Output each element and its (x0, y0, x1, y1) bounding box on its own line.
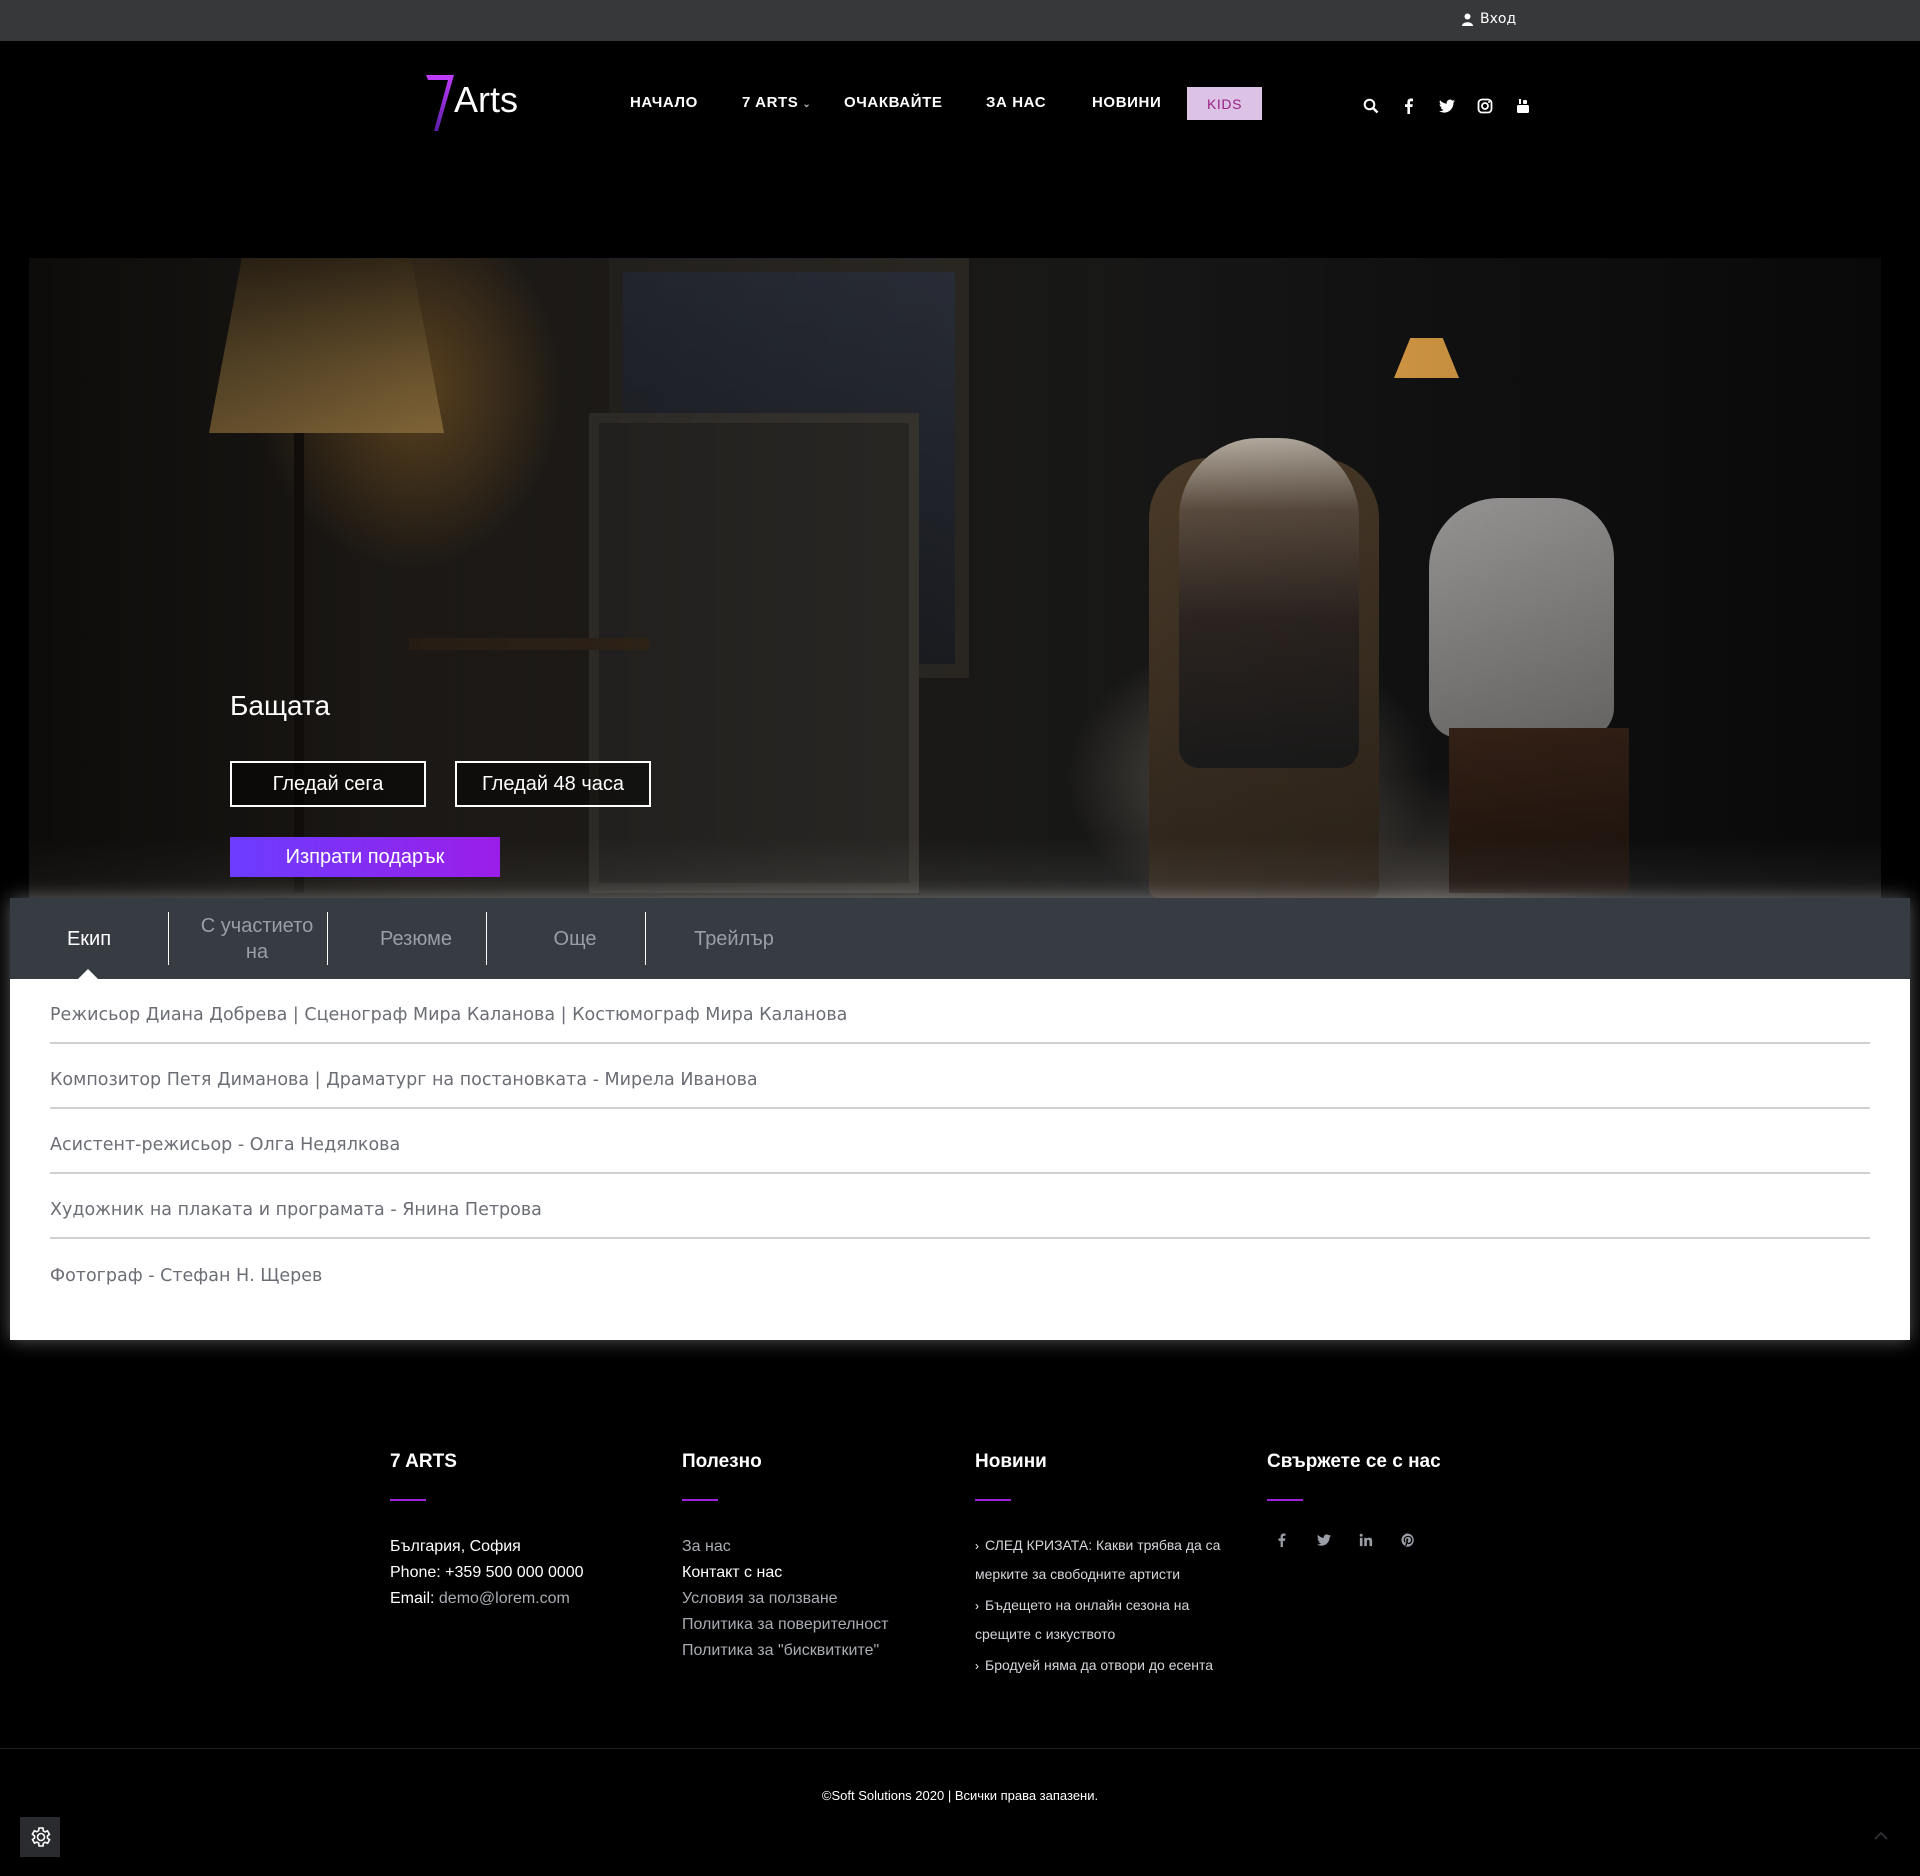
login-link[interactable]: Вход (1462, 11, 1516, 27)
footer-news-item[interactable]: › Бъдещето на онлайн сезона на срещите с … (975, 1591, 1240, 1648)
footer-contact-heading: Свържете се с нас (1267, 1451, 1441, 1472)
footer-news-item-text: Бъдещето на онлайн сезона на срещите с и… (975, 1597, 1190, 1642)
tab-divider (645, 912, 646, 965)
footer-news-item[interactable]: › СЛЕД КРИЗАТА: Какви трябва да са меркит… (975, 1531, 1240, 1588)
tab-cast[interactable]: С участието на (178, 898, 336, 979)
gear-icon (31, 1827, 51, 1847)
footer-phone-label: Phone: (390, 1564, 441, 1581)
footer-social (1267, 1531, 1441, 1551)
facebook-icon[interactable] (1400, 97, 1418, 115)
tab-bar: Екип С участието на Резюме Още Трейлър (10, 898, 1910, 980)
youtube-icon[interactable] (1514, 97, 1532, 115)
cookie-settings-button[interactable] (20, 1817, 60, 1857)
footer-link-about[interactable]: За нас (682, 1534, 889, 1560)
footer-phone-value: +359 500 000 0000 (445, 1564, 584, 1581)
tab-divider (327, 912, 328, 965)
footer-news-item[interactable]: › Бродуей няма да отвори до есента (975, 1651, 1240, 1680)
chevron-right-icon: › (975, 1539, 979, 1553)
footer-about: 7 ARTS България, София Phone: +359 500 0… (390, 1451, 584, 1612)
login-label: Вход (1480, 11, 1517, 27)
footer-accent-line (682, 1499, 718, 1501)
footer-accent-line (975, 1499, 1011, 1501)
top-bar: Вход (0, 0, 1920, 41)
twitter-icon[interactable] (1438, 97, 1456, 115)
chevron-right-icon: › (975, 1599, 979, 1613)
nav-home[interactable]: НАЧАЛО (630, 93, 698, 113)
footer-link-contact[interactable]: Контакт с нас (682, 1560, 889, 1586)
footer-phone: Phone: +359 500 000 0000 (390, 1560, 584, 1586)
copyright: ©Soft Solutions 2020 | Всички права запа… (821, 1788, 1099, 1803)
crew-row: Режисьор Диана Добрева | Сценограф Мира … (50, 979, 1870, 1044)
footer-news-item-text: Бродуей няма да отвори до есента (985, 1657, 1214, 1673)
footer-email: Email: demo@lorem.com (390, 1586, 584, 1612)
tab-crew[interactable]: Екип (10, 898, 168, 979)
footer-link-cookies[interactable]: Политика за "бисквитките" (682, 1638, 889, 1664)
twitter-icon[interactable] (1315, 1531, 1333, 1549)
crew-list: Режисьор Диана Добрева | Сценограф Мира … (50, 979, 1870, 1304)
tab-divider (168, 912, 169, 965)
watch-48h-button[interactable]: Гледай 48 часа (455, 761, 651, 807)
nav-7arts[interactable]: 7 ARTS ⌄ (742, 93, 811, 115)
footer-email-link[interactable]: demo@lorem.com (439, 1590, 570, 1607)
send-gift-button[interactable]: Изпрати подарък (230, 837, 500, 877)
footer-accent-line (1267, 1499, 1303, 1501)
nav-7arts-label: 7 ARTS (742, 94, 799, 111)
footer-contact: Свържете се с нас (1267, 1451, 1441, 1551)
footer-link-terms[interactable]: Условия за ползване (682, 1586, 889, 1612)
footer-accent-line (390, 1499, 426, 1501)
footer-divider (0, 1748, 1920, 1749)
footer-about-heading: 7 ARTS (390, 1451, 457, 1472)
chevron-down-icon: ⌄ (802, 99, 812, 110)
footer-email-label: Email: (390, 1590, 435, 1607)
tab-more[interactable]: Още (496, 898, 654, 979)
tab-divider (486, 912, 487, 965)
facebook-icon[interactable] (1273, 1531, 1291, 1549)
footer-link-privacy[interactable]: Политика за поверителност (682, 1612, 889, 1638)
logo-text: Arts (454, 79, 519, 120)
search-icon[interactable] (1362, 97, 1380, 115)
footer-address: България, София (390, 1538, 521, 1555)
linkedin-icon[interactable] (1357, 1531, 1375, 1549)
crew-row: Композитор Петя Диманова | Драматург на … (50, 1044, 1870, 1109)
instagram-icon[interactable] (1476, 97, 1494, 115)
footer-news-heading: Новини (975, 1451, 1047, 1472)
tab-summary[interactable]: Резюме (337, 898, 495, 979)
footer-news: Новини › СЛЕД КРИЗАТА: Какви трябва да са… (975, 1451, 1240, 1683)
details-panel: Екип С участието на Резюме Още Трейлър Р… (10, 898, 1910, 1340)
footer-useful: Полезно За нас Контакт с нас Условия за … (682, 1451, 889, 1664)
nav-upcoming[interactable]: ОЧАКВАЙТЕ (844, 93, 942, 113)
nav-kids-button[interactable]: KIDS (1187, 87, 1262, 120)
nav-about[interactable]: ЗА НАС (986, 93, 1046, 113)
header: Arts НАЧАЛО 7 ARTS ⌄ ОЧАКВАЙТЕ ЗА НАС НОВ… (0, 41, 1920, 258)
watch-now-button[interactable]: Гледай сега (230, 761, 426, 807)
user-icon (1462, 13, 1473, 26)
footer-useful-heading: Полезно (682, 1451, 762, 1472)
crew-row: Асистент-режисьор - Олга Недялкова (50, 1109, 1870, 1174)
chevron-right-icon: › (975, 1659, 979, 1673)
tab-cast-label: С участието на (200, 914, 314, 963)
show-title: Бащата (230, 690, 331, 721)
crew-row: Художник на плаката и програмата - Янина… (50, 1174, 1870, 1239)
logo[interactable]: Arts (424, 71, 534, 133)
crew-row: Фотограф - Стефан Н. Щерев (50, 1265, 323, 1286)
footer-news-item-text: СЛЕД КРИЗАТА: Какви трябва да са мерките… (975, 1537, 1221, 1582)
scroll-to-top-icon[interactable] (1873, 1828, 1889, 1844)
nav-news[interactable]: НОВИНИ (1092, 93, 1161, 113)
pinterest-icon[interactable] (1399, 1531, 1417, 1549)
tab-trailer[interactable]: Трейлър (655, 898, 813, 979)
